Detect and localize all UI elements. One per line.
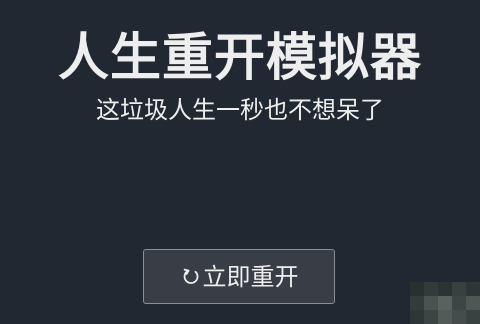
game-screen: 人生重开模拟器 这垃圾人生一秒也不想呆了 立即重开 xyxy=(0,0,480,324)
page-title: 人生重开模拟器 xyxy=(57,29,422,88)
restart-button-label: 立即重开 xyxy=(202,262,299,291)
blurred-watermark xyxy=(410,282,480,324)
page-subtitle: 这垃圾人生一秒也不想呆了 xyxy=(96,96,384,124)
restart-button[interactable]: 立即重开 xyxy=(143,249,335,304)
restart-icon xyxy=(180,265,202,287)
